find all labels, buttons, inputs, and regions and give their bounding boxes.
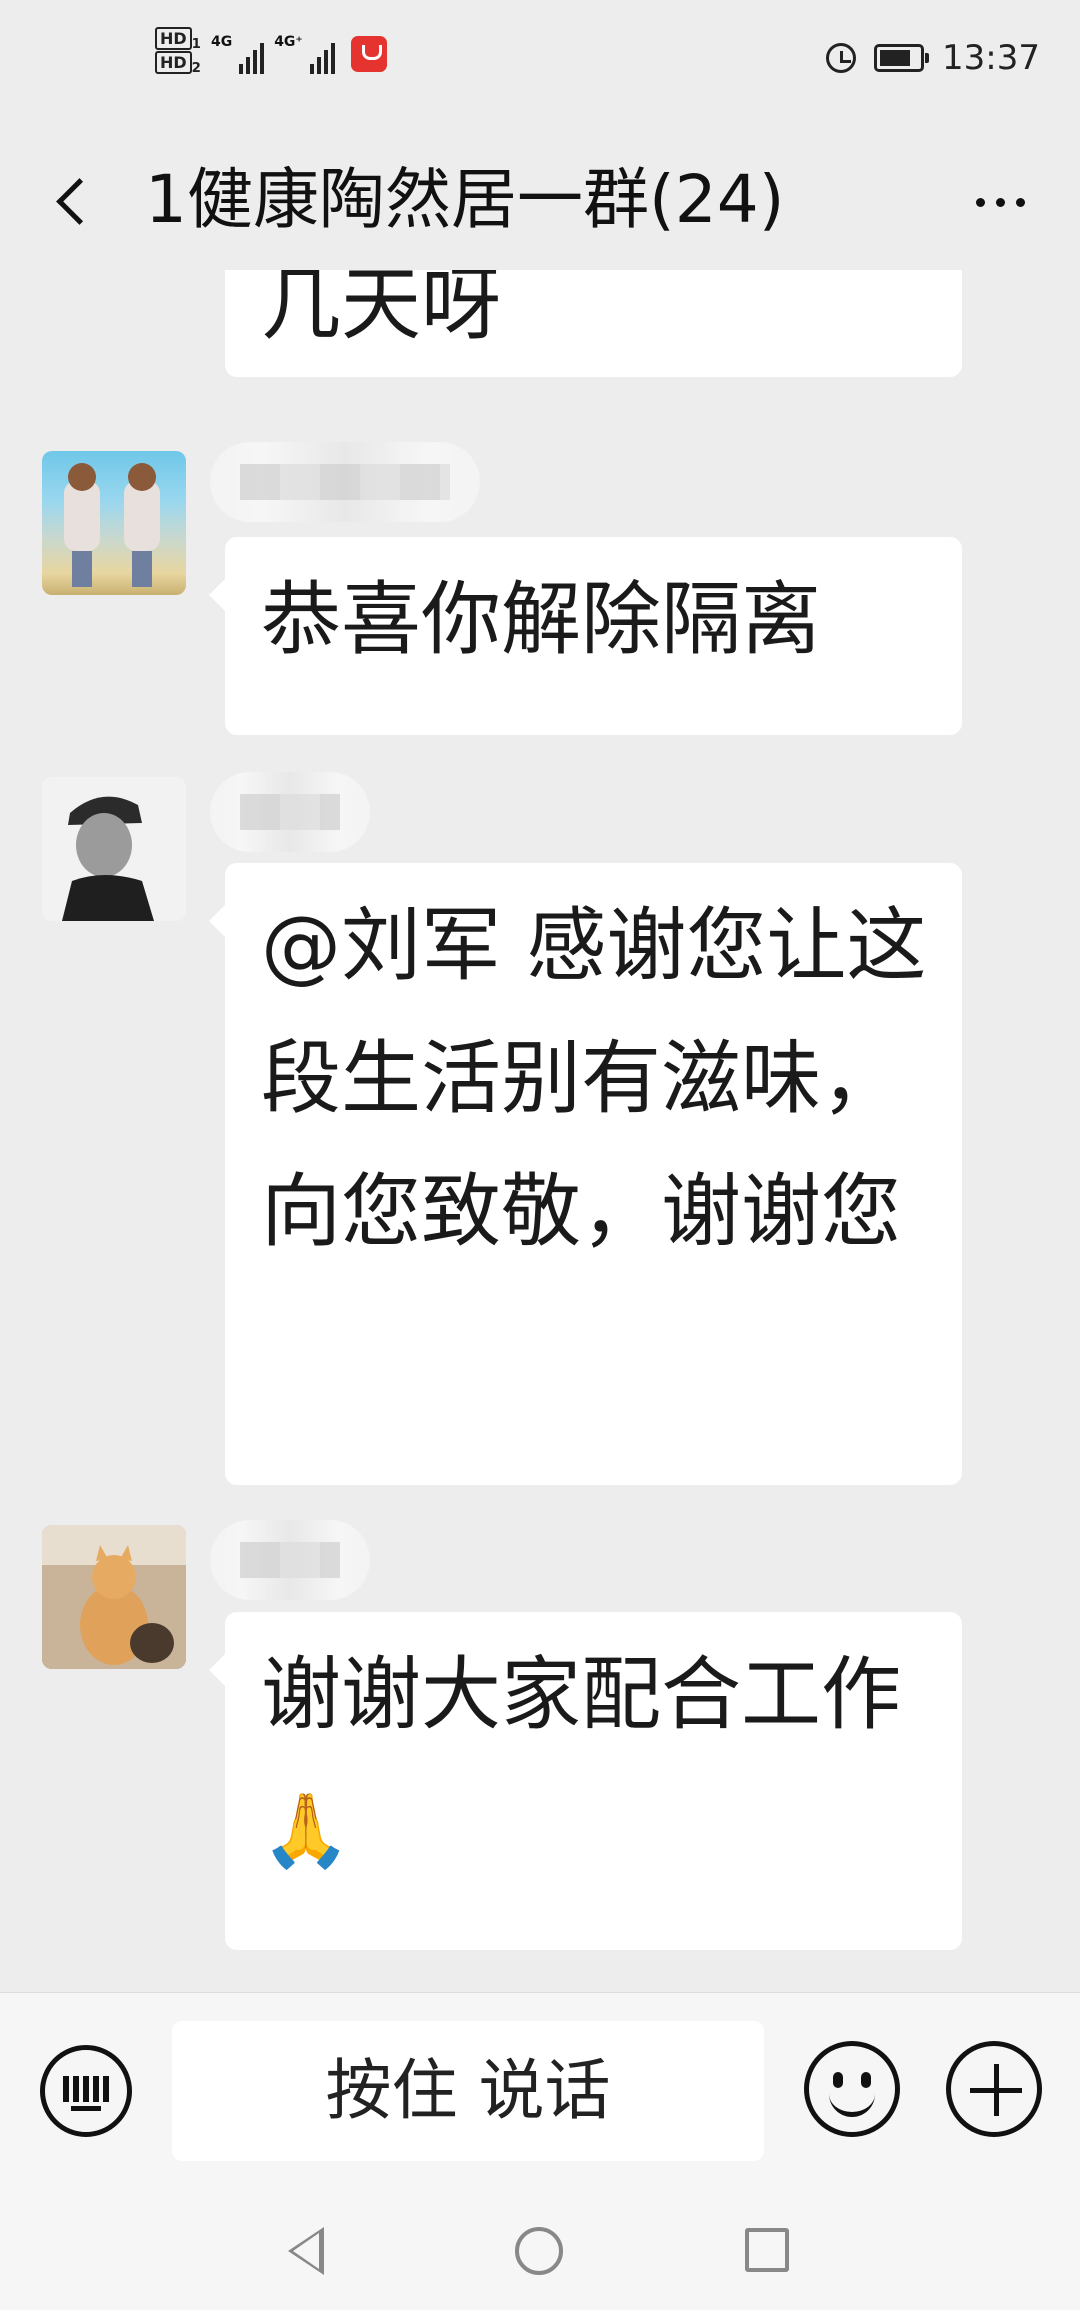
hold-to-talk-button[interactable]: 按住 说话 (172, 2021, 764, 2161)
signal-2-icon: 4G⁺ (274, 34, 335, 75)
circle-home-icon[interactable] (515, 2227, 563, 2275)
square-recents-icon[interactable] (745, 2228, 789, 2272)
message-bubble[interactable]: 恭喜你解除隔离 (209, 537, 962, 735)
avatar[interactable] (42, 451, 186, 595)
triangle-back-icon[interactable] (288, 2227, 324, 2275)
keyboard-icon[interactable] (40, 2045, 132, 2137)
message-bubble[interactable]: @刘军 感谢您让这段生活别有滋味，向您致敬，谢谢您 (209, 863, 962, 1485)
battery-icon (874, 44, 930, 72)
folded-hands-emoji: 🙏 (261, 1788, 351, 1872)
back-button[interactable] (45, 165, 115, 235)
message-bubble[interactable]: 谢谢大家配合工作 🙏 (209, 1612, 962, 1950)
message-text: 几天呀 (261, 270, 501, 351)
message-text: 谢谢大家配合工作 (261, 1648, 901, 1741)
message-text: @刘军 感谢您让这段生活别有滋味，向您致敬，谢谢您 (261, 899, 927, 1258)
hd1-label: HD (155, 27, 192, 50)
more-button[interactable] (960, 172, 1040, 232)
alarm-icon (826, 43, 857, 73)
sim2-index: 2 (191, 61, 201, 77)
status-bar-right: 13:37 (826, 38, 1040, 78)
clock: 13:37 (942, 38, 1040, 78)
sim1-index: 1 (191, 37, 201, 53)
sender-name-blurred (210, 442, 480, 522)
message-bubble[interactable]: 几天呀 (225, 270, 962, 377)
two-children-photo (64, 463, 160, 587)
hd2-label: HD (155, 51, 192, 75)
plus-icon[interactable] (946, 2041, 1042, 2137)
network2-label: 4G⁺ (274, 34, 303, 51)
avatar[interactable] (42, 1525, 186, 1669)
signal-1-icon: 4G (210, 34, 265, 75)
system-nav-bar (0, 2192, 1080, 2310)
smiley-icon[interactable] (804, 2041, 900, 2137)
status-bar: HD 1 HD 2 4G 4G⁺ 13:37 (0, 0, 1080, 130)
chat-header: 1健康陶然居一群(24) (0, 130, 1080, 270)
huawei-store-icon (350, 36, 387, 73)
input-bar: 按住 说话 (0, 1992, 1080, 2193)
avatar[interactable] (42, 777, 186, 921)
message-text: 恭喜你解除隔离 (261, 573, 821, 666)
portrait-in-cap-photo (42, 777, 186, 921)
message-list[interactable]: 几天呀 恭喜你解除隔离 @刘军 感谢您让这段生活别有滋味，向您致敬，谢谢您 谢谢… (0, 270, 1080, 1990)
hd-indicators: HD 1 HD 2 (155, 27, 201, 78)
sender-name-blurred (210, 772, 370, 852)
status-bar-left: HD 1 HD 2 4G 4G⁺ (155, 27, 387, 78)
sender-name-blurred (210, 1520, 370, 1600)
cat-photo (42, 1525, 186, 1669)
chat-title: 1健康陶然居一群(24) (145, 161, 785, 238)
network1-label: 4G (210, 34, 233, 51)
more-dots-icon (975, 197, 985, 207)
